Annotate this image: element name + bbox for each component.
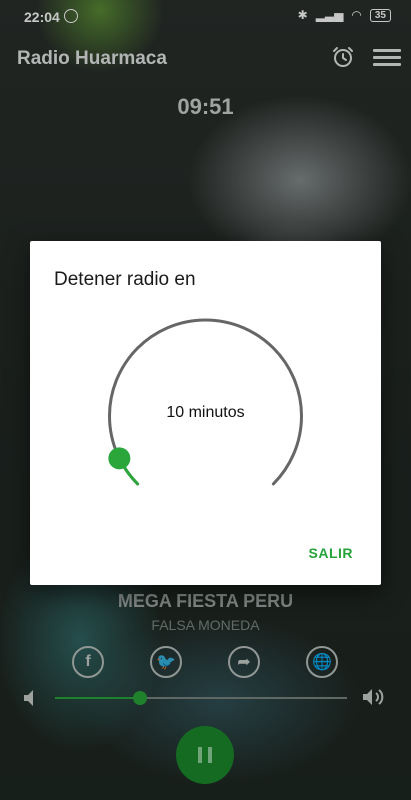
- dial-track: [108, 318, 303, 486]
- exit-button[interactable]: SALIR: [309, 545, 354, 561]
- sleep-timer-dialog: Detener radio en 10 minutos SALIR: [30, 241, 381, 585]
- dial-thumb: [108, 447, 131, 470]
- timer-value-label: 10 minutos: [166, 404, 245, 421]
